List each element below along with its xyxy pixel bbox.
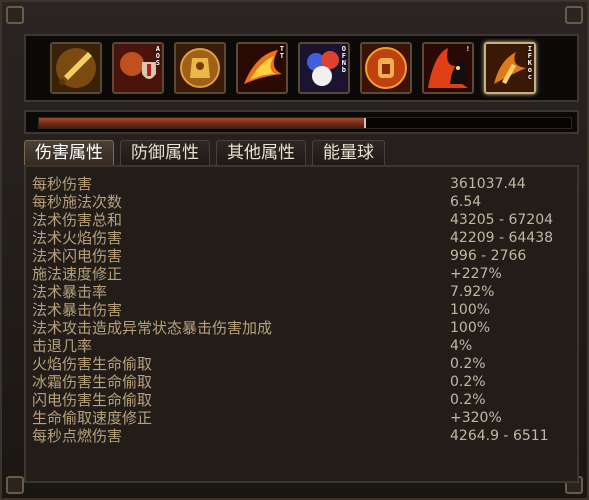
stat-label: 每秒伤害 xyxy=(32,175,93,193)
stat-row: 每秒施法次数 6.54 xyxy=(32,193,572,211)
stat-value: 0.2% xyxy=(450,356,486,372)
stat-row: 法术伤害总和 43205 - 67204 xyxy=(32,211,572,229)
stat-row: 击退几率 4% xyxy=(32,337,572,355)
stat-value: 4264.9 - 6511 xyxy=(450,428,549,444)
rune-label: T xyxy=(279,52,284,60)
rune-label: S xyxy=(155,59,160,67)
stat-value: +227% xyxy=(450,266,502,282)
stat-value: 361037.44 xyxy=(450,176,526,192)
stat-row: 施法速度修正 +227% xyxy=(32,265,572,283)
stat-label: 施法速度修正 xyxy=(32,265,123,283)
skill-bar: AOS TT OFNb ! I F K o c xyxy=(24,34,579,102)
stat-label: 法术伤害总和 xyxy=(32,211,123,229)
stat-label: 法术暴击率 xyxy=(32,283,108,301)
golden-armor-skill-icon xyxy=(176,44,224,92)
fire-fist-skill-icon xyxy=(362,44,410,92)
rune-labels: IFKoc xyxy=(528,46,532,81)
stat-row: 闪电伤害生命偷取 0.2% xyxy=(32,391,572,409)
stat-value: 0.2% xyxy=(450,392,486,408)
stat-label: 生命偷取速度修正 xyxy=(32,409,153,427)
stat-value: +320% xyxy=(450,410,502,426)
stat-row: 每秒伤害 361037.44 xyxy=(32,175,572,193)
rune-labels: OFNb xyxy=(342,46,346,74)
stat-row: 冰霜伤害生命偷取 0.2% xyxy=(32,373,572,391)
skill-slot-5[interactable]: OFNb xyxy=(298,42,350,94)
stat-row: 生命偷取速度修正 +320% xyxy=(32,409,572,427)
stat-label: 每秒点燃伤害 xyxy=(32,427,123,445)
character-stats-window: AOS TT OFNb ! I F K o c 伤害属性 防御属性 其他属性 能… xyxy=(0,0,589,500)
stats-tab-bar: 伤害属性 防御属性 其他属性 能量球 xyxy=(24,140,385,166)
stat-row: 法术暴击伤害 100% xyxy=(32,301,572,319)
stat-label: 法术攻击造成异常状态暴击伤害加成 xyxy=(32,319,273,337)
rune-label: b xyxy=(341,66,346,74)
stat-label: 法术火焰伤害 xyxy=(32,229,123,247)
stat-row: 法术火焰伤害 42209 - 64438 xyxy=(32,229,572,247)
stat-value: 100% xyxy=(450,302,491,318)
stat-label: 火焰伤害生命偷取 xyxy=(32,355,153,373)
stat-value: 4% xyxy=(450,338,473,354)
stat-label: 闪电伤害生命偷取 xyxy=(32,391,153,409)
stat-row: 火焰伤害生命偷取 0.2% xyxy=(32,355,572,373)
stat-label: 击退几率 xyxy=(32,337,93,355)
stat-row: 法术暴击率 7.92% xyxy=(32,283,572,301)
rune-labels: AOS xyxy=(156,46,160,67)
experience-bar-track xyxy=(38,117,572,129)
stat-value: 100% xyxy=(450,320,491,336)
sword-skill-icon xyxy=(52,44,100,92)
stat-row: 法术攻击造成异常状态暴击伤害加成 100% xyxy=(32,319,572,337)
stat-label: 每秒施法次数 xyxy=(32,193,123,211)
stat-label: 法术暴击伤害 xyxy=(32,301,123,319)
tab-other-attributes[interactable]: 其他属性 xyxy=(216,140,306,166)
experience-bar xyxy=(24,110,579,134)
stats-list: 每秒伤害 361037.44 每秒施法次数 6.54 法术伤害总和 43205 - 6… xyxy=(32,175,572,445)
stat-label: 法术闪电伤害 xyxy=(32,247,123,265)
tab-defense-attributes[interactable]: 防御属性 xyxy=(120,140,210,166)
stat-label: 冰霜伤害生命偷取 xyxy=(32,373,153,391)
rune-labels: TT xyxy=(280,46,284,60)
stat-value: 6.54 xyxy=(450,194,482,210)
stat-value: 7.92% xyxy=(450,284,495,300)
stat-value: 42209 - 64438 xyxy=(450,230,554,246)
stat-value: 43205 - 67204 xyxy=(450,212,554,228)
stat-value: 0.2% xyxy=(450,374,486,390)
skill-slot-1[interactable] xyxy=(50,42,102,94)
stat-value: 996 - 2766 xyxy=(450,248,527,264)
rune-label: ! xyxy=(465,45,470,53)
rune-label: c xyxy=(527,73,532,81)
skill-slot-8[interactable]: IFKoc xyxy=(484,42,536,94)
tab-damage-attributes[interactable]: 伤害属性 xyxy=(24,140,114,166)
frame-corner-top-left xyxy=(6,6,24,24)
frame-corner-top-right xyxy=(565,6,583,24)
stat-row: 法术闪电伤害 996 - 2766 xyxy=(32,247,572,265)
rune-labels: ! xyxy=(466,46,470,53)
tab-energy-orb[interactable]: 能量球 xyxy=(312,140,385,166)
skill-slot-4[interactable]: TT xyxy=(236,42,288,94)
stats-panel: 每秒伤害 361037.44 每秒施法次数 6.54 法术伤害总和 43205 - 6… xyxy=(24,165,579,483)
experience-bar-fill xyxy=(39,118,366,128)
skill-slot-6[interactable] xyxy=(360,42,412,94)
frame-corner-bottom-left xyxy=(6,476,24,494)
skill-slot-2[interactable]: AOS xyxy=(112,42,164,94)
skill-slot-7[interactable]: ! xyxy=(422,42,474,94)
skill-slot-3[interactable] xyxy=(174,42,226,94)
stat-row: 每秒点燃伤害 4264.9 - 6511 xyxy=(32,427,572,445)
